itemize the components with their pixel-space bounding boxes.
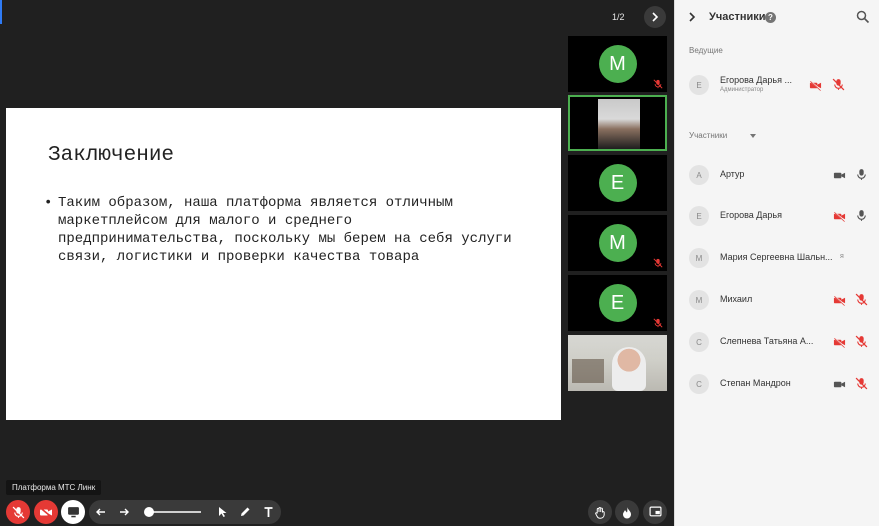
hosts-section-label: Ведущие bbox=[689, 46, 723, 55]
mic-off-icon[interactable] bbox=[832, 78, 845, 91]
avatar: M bbox=[598, 45, 637, 83]
camera-off-icon[interactable] bbox=[809, 79, 822, 92]
participant-row[interactable]: М Михаил bbox=[675, 286, 879, 314]
help-icon[interactable]: ? bbox=[765, 12, 776, 23]
mic-off-icon bbox=[653, 79, 663, 89]
avatar: Е bbox=[689, 75, 709, 95]
participant-name: Мария Сергеевна Шальн... bbox=[720, 252, 833, 262]
camera-on-icon[interactable] bbox=[833, 378, 846, 391]
avatar: А bbox=[689, 165, 709, 185]
screen-share-icon bbox=[67, 507, 79, 518]
conference-stage: 1/2 Заключение • Таким образом, наша пла… bbox=[0, 0, 674, 526]
self-marker: я bbox=[840, 253, 844, 260]
participants-section-text: Участники bbox=[689, 131, 728, 140]
pen-tool-button[interactable] bbox=[236, 503, 254, 521]
panel-title: Участники bbox=[709, 11, 766, 23]
host-row[interactable]: Е Егорова Дарья ... Администратор bbox=[675, 71, 879, 99]
zoom-slider-track[interactable] bbox=[149, 511, 201, 513]
slide-title: Заключение bbox=[48, 144, 175, 167]
next-slide-button[interactable] bbox=[115, 503, 133, 521]
camera-on-icon[interactable] bbox=[833, 169, 846, 182]
hand-icon bbox=[594, 506, 605, 519]
presentation-slide: Заключение • Таким образом, наша платфор… bbox=[6, 108, 561, 420]
raise-hand-button[interactable] bbox=[588, 500, 612, 524]
slide-bullet-text: Таким образом, наша платформа является о… bbox=[58, 195, 512, 265]
layout-button[interactable] bbox=[643, 500, 667, 524]
avatar: Е bbox=[689, 206, 709, 226]
cursor-icon bbox=[218, 507, 226, 517]
top-accent-bar bbox=[0, 0, 2, 24]
bullet-dot-icon: • bbox=[44, 195, 53, 211]
video-feed bbox=[568, 335, 667, 391]
participant-tile-active[interactable] bbox=[568, 95, 667, 151]
video-feed bbox=[598, 99, 640, 149]
previous-slide-button[interactable] bbox=[92, 503, 110, 521]
collapse-tiles-button[interactable] bbox=[644, 6, 666, 28]
drawing-toolbar bbox=[89, 500, 281, 524]
participant-name: Слепнева Татьяна А... bbox=[720, 336, 814, 346]
participant-tile[interactable]: M bbox=[568, 215, 667, 271]
mic-off-icon[interactable] bbox=[855, 335, 868, 348]
pencil-icon bbox=[241, 507, 250, 516]
mic-off-icon[interactable] bbox=[855, 377, 868, 390]
participant-tile[interactable]: M bbox=[568, 36, 667, 92]
avatar: С bbox=[689, 374, 709, 394]
participant-row[interactable]: Е Егорова Дарья bbox=[675, 202, 879, 230]
page-counter: 1/2 bbox=[612, 12, 625, 22]
mic-off-icon bbox=[12, 506, 24, 518]
mic-off-icon bbox=[653, 258, 663, 268]
participant-name: Артур bbox=[720, 169, 745, 179]
arrow-right-icon bbox=[120, 508, 129, 516]
caret-down-icon bbox=[750, 134, 756, 138]
participant-tile[interactable]: E bbox=[568, 155, 667, 211]
participant-row-self[interactable]: М Мария Сергеевна Шальн... я bbox=[675, 244, 879, 272]
participants-section-label[interactable]: Участники bbox=[689, 131, 756, 140]
text-tool-button[interactable] bbox=[259, 503, 277, 521]
camera-off-icon bbox=[39, 506, 53, 518]
chevron-right-icon bbox=[652, 12, 659, 22]
participant-row[interactable]: А Артур bbox=[675, 161, 879, 189]
mic-on-icon[interactable] bbox=[855, 209, 868, 222]
screen-share-button[interactable] bbox=[61, 500, 85, 524]
participant-row[interactable]: С Степан Мандрон bbox=[675, 370, 879, 398]
participants-panel: Участники ? Ведущие Е Егорова Дарья ... … bbox=[674, 0, 879, 526]
avatar: М bbox=[689, 248, 709, 268]
participant-name: Егорова Дарья ... bbox=[720, 75, 792, 85]
participant-tile[interactable] bbox=[568, 335, 667, 391]
video-person bbox=[612, 347, 646, 391]
participant-name: Степан Мандрон bbox=[720, 378, 791, 388]
zoom-slider-thumb[interactable] bbox=[144, 507, 154, 517]
camera-off-icon[interactable] bbox=[833, 336, 846, 349]
pointer-tool-button[interactable] bbox=[213, 503, 231, 521]
text-icon bbox=[264, 507, 272, 517]
avatar: E bbox=[598, 164, 637, 202]
participant-name: Михаил bbox=[720, 294, 753, 304]
toggle-camera-button[interactable] bbox=[34, 500, 58, 524]
video-background bbox=[572, 359, 604, 383]
avatar: E bbox=[598, 284, 637, 322]
participant-row[interactable]: С Слепнева Татьяна А... bbox=[675, 328, 879, 356]
picture-in-picture-icon bbox=[648, 506, 662, 517]
arrow-left-icon bbox=[96, 508, 105, 516]
participant-tile[interactable]: E bbox=[568, 275, 667, 331]
participant-name: Егорова Дарья bbox=[720, 210, 782, 220]
avatar: M bbox=[598, 224, 637, 262]
flame-icon bbox=[623, 506, 631, 518]
mic-off-icon[interactable] bbox=[855, 293, 868, 306]
slide-bullet: • Таким образом, наша платформа является… bbox=[44, 194, 524, 266]
camera-off-icon[interactable] bbox=[833, 294, 846, 307]
participant-role: Администратор bbox=[720, 87, 764, 93]
avatar: С bbox=[689, 332, 709, 352]
mic-on-icon[interactable] bbox=[855, 168, 868, 181]
reactions-button[interactable] bbox=[615, 500, 639, 524]
toggle-mic-button[interactable] bbox=[6, 500, 30, 524]
camera-off-icon[interactable] bbox=[833, 210, 846, 223]
avatar: М bbox=[689, 290, 709, 310]
tooltip: Платформа МТС Линк bbox=[6, 480, 102, 495]
search-icon[interactable] bbox=[856, 10, 870, 24]
mic-off-icon bbox=[653, 318, 663, 328]
chevron-right-icon[interactable] bbox=[687, 12, 697, 22]
